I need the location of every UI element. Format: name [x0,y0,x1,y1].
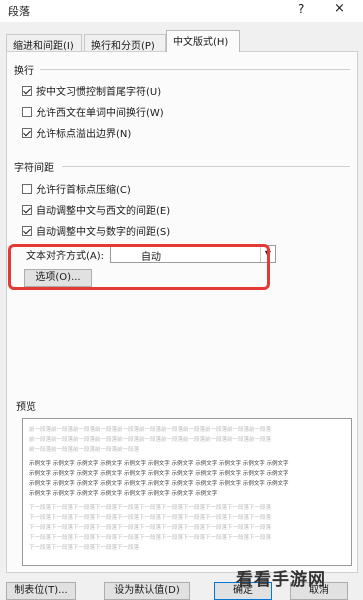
preview-line: 示例文字 示例文字 示例文字 示例文字 示例文字 示例文字 示例文字 示例文字 … [29,471,289,477]
preview-line: 下一段落下一段落下一段落下一段落下一段落下一段落下一段落下一段落下一段落下一段落… [29,525,272,531]
option-label: 允许行首标点压缩(C) [36,185,131,196]
checkbox[interactable] [22,127,32,138]
preview-line: 前一段落前一段落前一段落前一段落前一段落前一段落前一段落前一段落前一段落前一段落… [29,427,272,433]
preview-line: 下一段落下一段落下一段落下一段落下一段落下一段落下一段落下一段落下一段落下一段落… [29,515,272,521]
tab-indent-spacing[interactable]: 缩进和间距(I) [6,34,82,52]
tab-asian-typography[interactable]: 中文版式(H) [166,30,240,52]
checkbox[interactable] [22,85,32,96]
line-break-heading: 换行 [14,66,34,77]
option-label: 自动调整中文与数字的间距(S) [36,227,171,238]
char-spacing-heading: 字符间距 [14,163,54,174]
preview-box: 前一段落前一段落前一段落前一段落前一段落前一段落前一段落前一段落前一段落前一段落… [22,418,352,566]
highlight-box [8,244,270,290]
close-icon[interactable]: × [334,1,345,16]
preview-heading: 预览 [16,402,36,413]
tab-line-page-breaks[interactable]: 换行和分页(P) [84,34,166,52]
preview-line: 下一段落下一段落下一段落下一段落下一段落下一段落下一段落下一段落下一段落下一段落… [29,505,272,511]
option-compress-punctuation[interactable]: 允许行首标点压缩(C) [22,181,131,196]
set-default-button[interactable]: 设为默认值(D) [104,582,190,600]
option-label: 按中文习惯控制首尾字符(U) [36,87,162,98]
checkbox[interactable] [22,204,32,215]
option-space-asian-numbers[interactable]: 自动调整中文与数字的间距(S) [22,223,170,238]
option-hanging-punctuation[interactable]: 允许标点溢出边界(N) [22,125,131,140]
option-allow-latin-wrap[interactable]: 允许西文在单词中间换行(W) [22,104,164,119]
tabs-button[interactable]: 制表位(T)... [6,582,76,600]
help-icon[interactable]: ? [298,2,304,16]
watermark-logo: 看看手游网 [236,570,326,590]
preview-line: 示例文字 示例文字 示例文字 示例文字 示例文字 示例文字 示例文字 示例文字 [29,491,218,497]
preview-line: 下一段落下一段落下一段落下一段落下一段落 [29,545,140,551]
option-space-asian-latin[interactable]: 自动调整中文与西文的间距(E) [22,202,170,217]
preview-line: 前一段落前一段落前一段落前一段落前一段落前一段落前一段落前一段落前一段落前一段落… [29,437,272,443]
option-control-first-last-chars[interactable]: 按中文习惯控制首尾字符(U) [22,83,161,98]
checkbox[interactable] [22,183,32,194]
preview-line: 示例文字 示例文字 示例文字 示例文字 示例文字 示例文字 示例文字 示例文字 … [29,481,289,487]
checkbox[interactable] [22,225,32,236]
preview-line: 前一段落前一段落前一段落前一段落前一段落 [29,447,140,453]
option-label: 允许西文在单词中间换行(W) [36,108,164,119]
preview-line: 示例文字 示例文字 示例文字 示例文字 示例文字 示例文字 示例文字 示例文字 … [29,461,289,467]
checkbox[interactable] [22,106,32,117]
option-label: 自动调整中文与西文的间距(E) [36,206,171,217]
divider [40,69,350,70]
title-bar: 段落 ? × [0,0,363,22]
option-label: 允许标点溢出边界(N) [36,129,132,140]
divider [62,166,350,167]
preview-line: 下一段落下一段落下一段落下一段落下一段落下一段落下一段落下一段落下一段落下一段落… [29,535,272,541]
window-title: 段落 [8,5,30,18]
